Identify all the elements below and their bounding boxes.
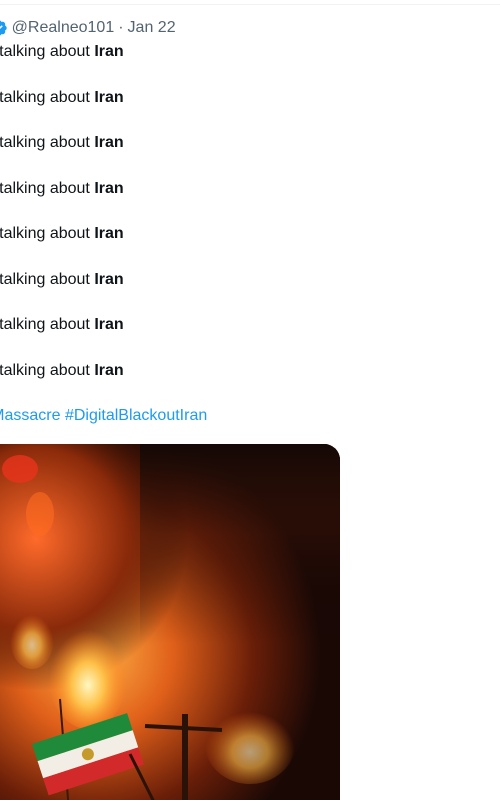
top-divider [0,0,500,5]
tweet-text-line: eep talking about Iran [0,361,124,379]
header-separator: · [118,19,124,36]
tweet-text-line: eep talking about Iran [0,88,124,106]
tweet-page: eo @Realneo101 · Jan 22 eep talking abou… [0,0,500,800]
tweet-header: eo @Realneo101 · Jan 22 [0,16,348,40]
tweet-text-line: eep talking about Iran [0,43,124,60]
hashtag-link[interactable]: #DigitalBlackoutIran [65,407,207,424]
hashtags: ranMassacre #DigitalBlackoutIran [0,406,348,426]
tweet-media-photo[interactable] [0,444,340,800]
tweet-text-line: eep talking about Iran [0,179,124,197]
tweet-text-line: eep talking about Iran [0,134,124,151]
user-handle[interactable]: @Realneo101 [12,19,115,37]
tweet-text-line: eep talking about Iran [0,225,124,242]
fire-photo-icon [0,444,340,800]
tweet-date[interactable]: Jan 22 [128,19,176,37]
tweet[interactable]: eo @Realneo101 · Jan 22 eep talking abou… [0,16,348,426]
tweet-text-line: eep talking about Iran [0,316,124,333]
tweet-text: eep talking about Iran eep talking about… [0,42,348,381]
verified-badge-icon [0,20,7,36]
hashtag-link[interactable]: ranMassacre [0,407,60,424]
tweet-text-line: eep talking about Iran [0,270,124,288]
